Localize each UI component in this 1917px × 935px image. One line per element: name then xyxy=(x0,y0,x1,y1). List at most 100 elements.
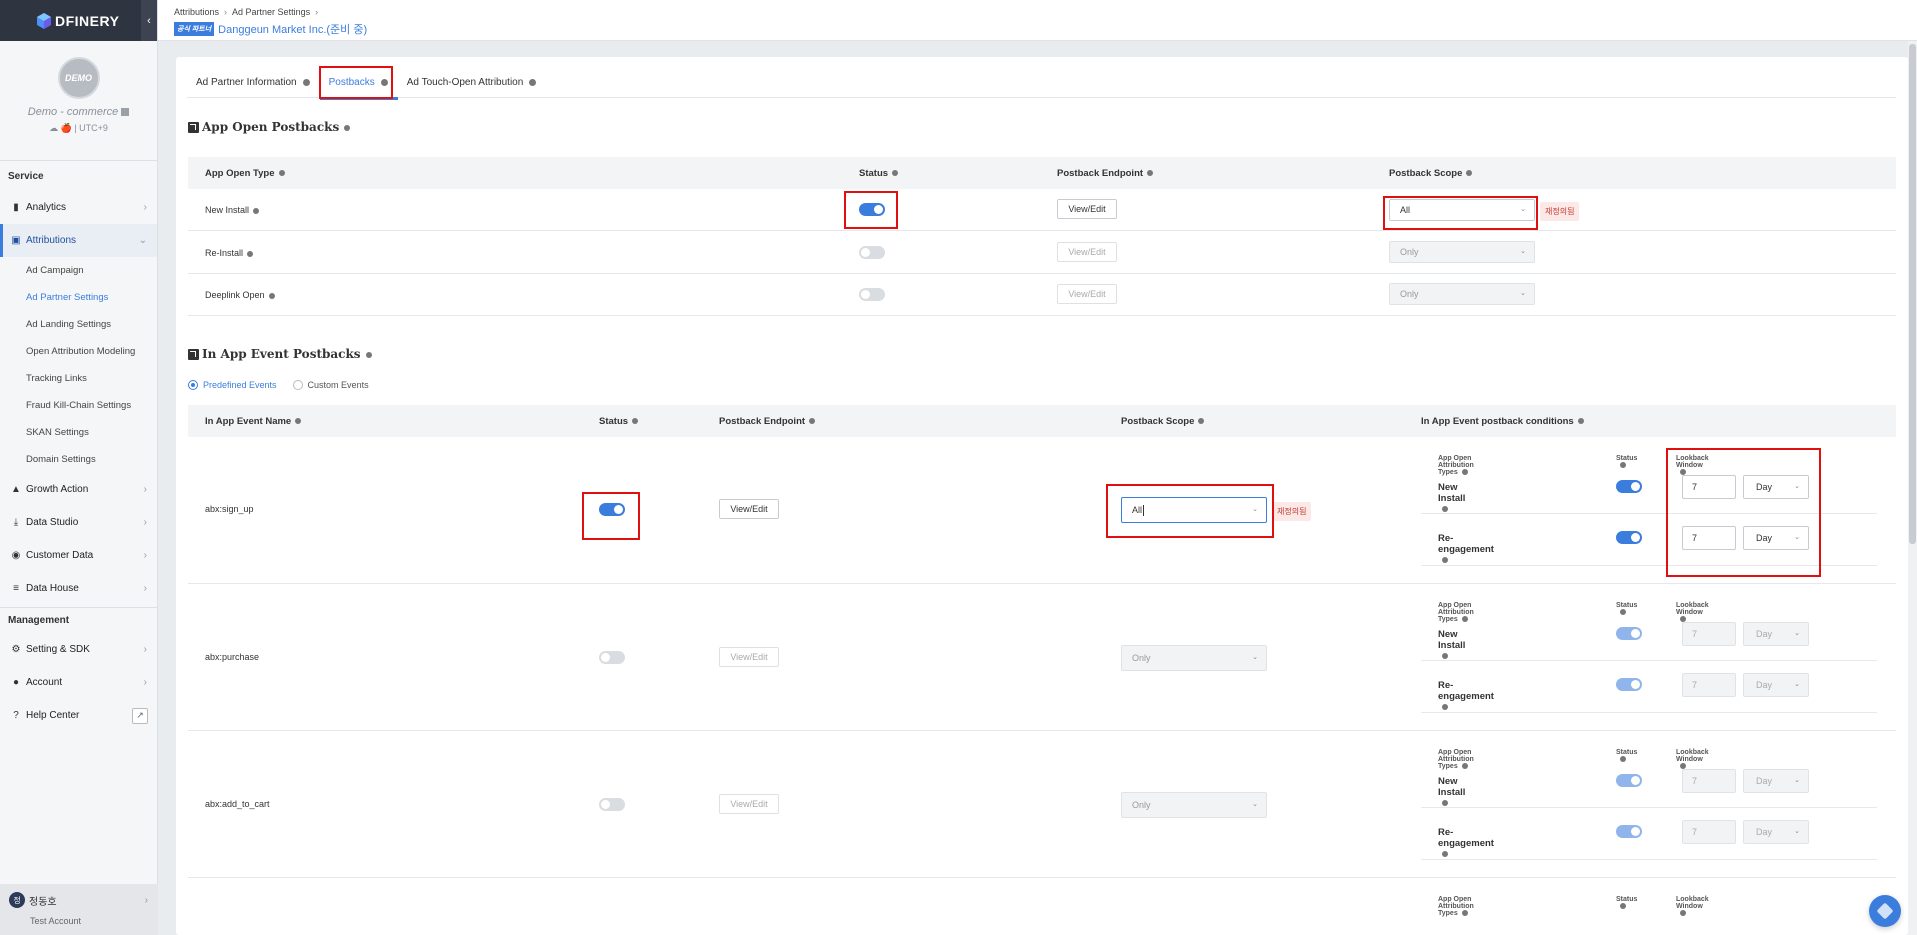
sidebar-item-help-center[interactable]: ? Help Center ↗ xyxy=(0,699,157,732)
lookback-unit-select[interactable]: Day ⌄ xyxy=(1743,526,1809,550)
sidebar-subitem-domain-settings[interactable]: Domain Settings xyxy=(0,446,157,473)
info-icon[interactable] xyxy=(1442,653,1448,660)
lookback-unit-select[interactable]: Day ⌄ xyxy=(1743,475,1809,499)
lookback-value-input[interactable]: 7 xyxy=(1682,769,1736,793)
sidebar-subitem-skan-settings[interactable]: SKAN Settings xyxy=(0,419,157,446)
info-icon[interactable] xyxy=(1620,756,1626,763)
sidebar-subitem-ad-landing-settings[interactable]: Ad Landing Settings xyxy=(0,311,157,338)
user-row[interactable]: 정 정동호 › xyxy=(0,884,158,908)
lookback-value-input[interactable]: 7 xyxy=(1682,622,1736,646)
info-icon[interactable] xyxy=(278,170,285,177)
info-icon[interactable] xyxy=(892,170,899,177)
info-icon[interactable] xyxy=(1620,903,1626,910)
reengagement-status-toggle[interactable] xyxy=(1616,678,1642,691)
info-icon[interactable] xyxy=(344,125,351,131)
view-edit-button[interactable]: View/Edit xyxy=(719,647,779,667)
info-icon[interactable] xyxy=(1680,910,1686,917)
info-icon[interactable] xyxy=(1147,170,1154,177)
info-icon[interactable] xyxy=(1461,469,1468,476)
radio-predefined-events[interactable] xyxy=(188,380,198,390)
lookback-unit-select[interactable]: Day ⌄ xyxy=(1743,622,1809,646)
tab-postbacks[interactable]: Postbacks xyxy=(319,77,398,100)
info-icon[interactable] xyxy=(1620,609,1626,616)
sidebar-subitem-fraud-kill-chain[interactable]: Fraud Kill-Chain Settings xyxy=(0,392,157,419)
info-icon[interactable] xyxy=(1442,800,1448,807)
view-edit-button[interactable]: View/Edit xyxy=(1057,199,1117,219)
breadcrumb-item-attributions[interactable]: Attributions xyxy=(174,7,219,17)
reengagement-status-toggle[interactable] xyxy=(1616,825,1642,838)
lookback-value-input[interactable]: 7 xyxy=(1682,820,1736,844)
lookback-value-input[interactable]: 7 xyxy=(1682,475,1736,499)
status-toggle[interactable] xyxy=(859,203,885,216)
info-icon[interactable] xyxy=(1620,462,1626,469)
lookback-unit-select[interactable]: Day ⌄ xyxy=(1743,769,1809,793)
sidebar-item-setting-sdk[interactable]: ⚙ Setting & SDK › xyxy=(0,633,157,666)
info-icon[interactable] xyxy=(365,352,372,358)
sidebar-item-growth-action[interactable]: ▲ Growth Action › xyxy=(0,473,157,506)
lookback-value-input[interactable]: 7 xyxy=(1682,526,1736,550)
radio-custom-events[interactable] xyxy=(292,380,303,390)
tab-ad-partner-information[interactable]: Ad Partner Information xyxy=(187,77,320,98)
breadcrumb-item-ad-partner-settings[interactable]: Ad Partner Settings xyxy=(232,7,310,17)
info-icon[interactable] xyxy=(1461,616,1468,623)
postback-scope-select[interactable]: Only ⌄ xyxy=(1121,645,1267,671)
help-fab-button[interactable] xyxy=(1869,895,1901,927)
radio-label-predefined[interactable]: Predefined Events xyxy=(203,380,277,390)
tab-ad-touch-open-attribution[interactable]: Ad Touch-Open Attribution xyxy=(398,77,547,98)
app-switch-icon[interactable] xyxy=(121,108,130,117)
postback-scope-select[interactable]: All ⌄ xyxy=(1389,199,1535,221)
external-link-icon[interactable]: ↗ xyxy=(132,707,148,724)
sidebar-subitem-tracking-links[interactable]: Tracking Links xyxy=(0,365,157,392)
view-edit-button[interactable]: View/Edit xyxy=(719,794,779,814)
info-icon[interactable] xyxy=(1442,506,1448,513)
lookback-unit-select[interactable]: Day ⌄ xyxy=(1743,673,1809,697)
sidebar-item-analytics[interactable]: ▮ Analytics › xyxy=(0,191,157,224)
postback-scope-select[interactable]: Only ⌄ xyxy=(1389,283,1535,305)
sidebar-item-attributions[interactable]: ▣ Attributions ⌄ xyxy=(0,224,157,257)
info-icon[interactable] xyxy=(1461,763,1468,770)
info-icon[interactable] xyxy=(1442,704,1448,711)
radio-label-custom[interactable]: Custom Events xyxy=(308,380,369,390)
info-icon[interactable] xyxy=(632,418,639,425)
status-toggle[interactable] xyxy=(859,288,885,301)
sidebar-subitem-ad-campaign[interactable]: Ad Campaign xyxy=(0,257,157,284)
sidebar-item-account[interactable]: ● Account › xyxy=(0,666,157,699)
info-icon[interactable] xyxy=(1198,418,1205,425)
postback-scope-select[interactable]: Only ⌄ xyxy=(1121,792,1267,818)
info-icon[interactable] xyxy=(380,79,388,86)
sidebar-item-customer-data[interactable]: ◉ Customer Data › xyxy=(0,539,157,572)
page-scrollbar[interactable] xyxy=(1908,41,1917,935)
collapse-sidebar-button[interactable]: ‹ xyxy=(141,0,157,41)
info-icon[interactable] xyxy=(295,418,302,425)
info-icon[interactable] xyxy=(302,79,310,86)
new-install-status-toggle[interactable] xyxy=(1616,627,1642,640)
info-icon[interactable] xyxy=(529,79,537,86)
view-edit-button[interactable]: View/Edit xyxy=(719,499,779,519)
info-icon[interactable] xyxy=(253,207,260,214)
status-toggle[interactable] xyxy=(859,246,885,259)
sidebar-subitem-ad-partner-settings[interactable]: Ad Partner Settings xyxy=(0,284,157,311)
sidebar-item-data-house[interactable]: ≡ Data House › xyxy=(0,572,157,605)
status-toggle[interactable] xyxy=(599,798,625,811)
info-icon[interactable] xyxy=(247,250,254,257)
sidebar-item-data-studio[interactable]: ⤓ Data Studio › xyxy=(0,506,157,539)
lookback-value-input[interactable]: 7 xyxy=(1682,673,1736,697)
new-install-status-toggle[interactable] xyxy=(1616,480,1642,493)
postback-scope-select[interactable]: All ⌄ xyxy=(1121,497,1267,523)
view-edit-button[interactable]: View/Edit xyxy=(1057,242,1117,262)
reengagement-status-toggle[interactable] xyxy=(1616,531,1642,544)
info-icon[interactable] xyxy=(1442,557,1448,564)
new-install-status-toggle[interactable] xyxy=(1616,774,1642,787)
info-icon[interactable] xyxy=(1577,418,1584,425)
app-name[interactable]: Demo - commerce xyxy=(0,106,157,118)
info-icon[interactable] xyxy=(1442,851,1448,858)
info-icon[interactable] xyxy=(1466,170,1473,177)
info-icon[interactable] xyxy=(809,418,816,425)
lookback-unit-select[interactable]: Day ⌄ xyxy=(1743,820,1809,844)
postback-scope-select[interactable]: Only ⌄ xyxy=(1389,241,1535,263)
scrollbar-thumb[interactable] xyxy=(1909,44,1916,544)
info-icon[interactable] xyxy=(1461,910,1468,917)
user-bar[interactable]: 정 정동호 › Test Account xyxy=(0,884,158,935)
status-toggle[interactable] xyxy=(599,503,625,516)
info-icon[interactable] xyxy=(268,292,275,299)
